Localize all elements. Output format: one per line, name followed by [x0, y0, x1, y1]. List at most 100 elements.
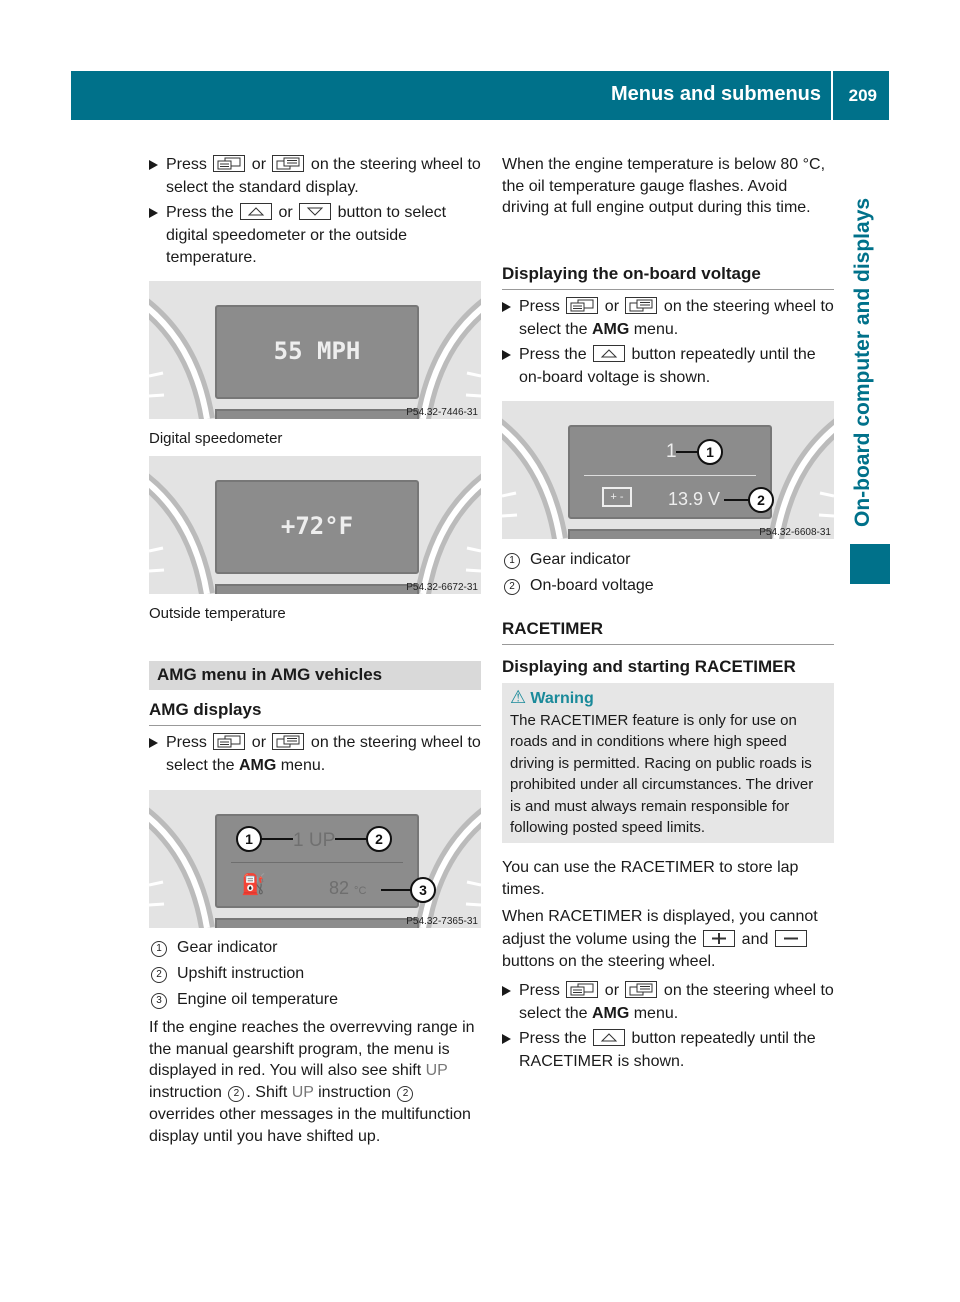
text: Press [166, 156, 212, 173]
legend-number: 2 [504, 579, 520, 595]
instruction-step: Press or on the steering wheel to select… [502, 296, 834, 341]
legend-item: 1 Gear indicator [502, 547, 834, 573]
oil-temp-readout: 82 [329, 878, 350, 898]
warning-icon: ⚠ [510, 687, 527, 707]
text: Press the [519, 1030, 592, 1047]
legend-number: 1 [151, 941, 167, 957]
instruction-step: Press the button repeatedly until the on… [502, 344, 834, 389]
lower-screen [215, 918, 419, 928]
display-button-left-icon [213, 155, 246, 172]
manual-page: { "header":{"title":"Menus and submenus"… [0, 0, 960, 1302]
warning-title: Warning [530, 690, 594, 707]
display-button-right-icon [272, 155, 305, 172]
text: or [247, 156, 271, 173]
gear-readout: 1 [666, 441, 677, 462]
display-screen: 1 + - 13.9 V [568, 425, 772, 519]
display-button-right-icon [625, 297, 658, 314]
legend-item: 3 Engine oil temperature [149, 987, 481, 1013]
callout-2: 2 [366, 826, 392, 852]
callout-2: 2 [748, 487, 774, 513]
up-button-icon [240, 203, 273, 220]
up-button-icon [593, 345, 626, 362]
legend-number: 3 [151, 993, 167, 1009]
voltage-readout: 13.9 V [668, 489, 721, 509]
legend-item: 1 Gear indicator [149, 935, 481, 961]
legend-item: 2 Upshift instruction [149, 961, 481, 987]
minus-button-icon [774, 929, 807, 947]
header-divider [831, 71, 833, 120]
figure-code: P54.32-6672-31 [406, 582, 478, 593]
figure-amg-display: 1 UP ⛽ 82 °C 1 2 3 P54.32-7365-31 [149, 790, 481, 928]
display-button-left-icon [566, 297, 599, 314]
reference-number: 2 [228, 1086, 245, 1103]
text: instruction [149, 1084, 227, 1102]
gear-readout: 1 UP [293, 830, 336, 851]
legend-item: 2 On-board voltage [502, 573, 834, 599]
instruction-step: Press the button repeatedly until the RA… [502, 1028, 834, 1073]
display-button-left-icon [213, 733, 246, 750]
page-header: Menus and submenus 209 [71, 71, 889, 120]
bullet-list: Press or on the steering wheel to select… [149, 154, 481, 270]
text: . Shift [246, 1084, 292, 1102]
figure-code: P54.32-7446-31 [406, 407, 478, 418]
speed-readout: 55 MPH [273, 337, 361, 365]
figure-legend: 1 Gear indicator 2 On-board voltage [502, 547, 834, 599]
section-heading: Displaying the on-board voltage [502, 263, 834, 290]
figure-onboard-voltage: 1 + - 13.9 V 1 2 P54.32-6608-31 [502, 401, 834, 539]
text: menu. [629, 320, 679, 338]
legend-label: Upshift instruction [177, 965, 305, 982]
text: Press [166, 734, 212, 751]
figure-outside-temperature: +72°F P54.32-6672-31 [149, 456, 481, 594]
text: or [600, 298, 624, 315]
paragraph: If the engine reaches the overrevving ra… [149, 1017, 481, 1147]
figure-caption: Outside temperature [149, 605, 286, 622]
instruction-step: Press or on the steering wheel to select… [502, 980, 834, 1025]
legend-number: 1 [504, 553, 520, 569]
lower-screen [215, 409, 419, 419]
figure-code: P54.32-6608-31 [759, 527, 831, 538]
side-tab-label: On-board computer and displays [851, 197, 874, 527]
legend-label: On-board voltage [530, 577, 654, 594]
text: and [737, 930, 773, 948]
menu-name: AMG [591, 320, 630, 338]
figure-digital-speedometer: 55 MPH P54.32-7446-31 [149, 281, 481, 419]
subsection-heading: Displaying and starting RACETIMER [502, 657, 796, 676]
display-text: UP [425, 1062, 448, 1080]
callout-1: 1 [697, 439, 723, 465]
text: Press [519, 298, 565, 315]
paragraph: You can use the RACETIMER to store lap t… [502, 859, 799, 898]
text: Press the [166, 204, 239, 221]
text: menu. [276, 756, 326, 774]
text: overrides other messages in the multifun… [149, 1105, 471, 1145]
display-screen: 55 MPH [215, 305, 419, 399]
down-button-icon [299, 203, 332, 220]
legend-number: 2 [151, 967, 167, 983]
section-heading: AMG displays [149, 699, 481, 726]
figure-code: P54.32-7365-31 [406, 916, 478, 927]
legend-label: Gear indicator [530, 551, 631, 568]
figure-legend: 1 Gear indicator 2 Upshift instruction 3 Engi… [149, 935, 481, 1013]
instruction-step: Press the or button to select digital sp… [149, 202, 481, 270]
text: instruction [313, 1084, 396, 1102]
side-tab-marker [850, 544, 890, 584]
page-number: 209 [848, 86, 877, 105]
callout-1: 1 [236, 826, 262, 852]
warning-box: ⚠ Warning The RACETIMER feature is only … [502, 683, 834, 843]
bullet-list: Press or on the steering wheel to select… [502, 296, 834, 389]
text: menu. [629, 1004, 679, 1022]
legend-label: Engine oil temperature [177, 991, 338, 1008]
divider [231, 862, 403, 863]
up-button-icon [593, 1029, 626, 1046]
section-bar: AMG menu in AMG vehicles [149, 661, 481, 690]
display-text: UP [291, 1084, 314, 1102]
paragraph: When the engine temperature is below 80 … [502, 156, 826, 216]
bullet-list: Press or on the steering wheel to select… [502, 980, 834, 1073]
side-tab: On-board computer and displays [848, 170, 878, 530]
callout-3: 3 [410, 877, 436, 903]
display-screen: +72°F [215, 480, 419, 574]
text: buttons on the steering wheel. [502, 953, 716, 970]
oil-temp-unit: °C [354, 885, 367, 897]
instruction-step: Press or on the steering wheel to select… [149, 732, 481, 777]
menu-name: AMG [238, 756, 277, 774]
text: Press [519, 982, 565, 999]
